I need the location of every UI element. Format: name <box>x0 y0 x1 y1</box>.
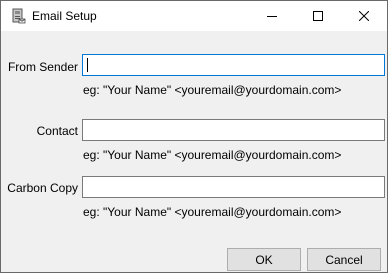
maximize-icon <box>313 11 323 21</box>
text-caret <box>87 58 88 72</box>
from-sender-hint: eg: "Your Name" <youremail@yourdomain.co… <box>83 83 342 97</box>
contact-hint: eg: "Your Name" <youremail@yourdomain.co… <box>83 148 342 162</box>
from-sender-input[interactable] <box>82 54 385 76</box>
email-setup-app-icon <box>10 8 26 24</box>
carbon-copy-hint: eg: "Your Name" <youremail@yourdomain.co… <box>83 205 342 219</box>
close-button[interactable] <box>341 1 387 31</box>
window-title: Email Setup <box>32 9 97 23</box>
carbon-copy-input[interactable] <box>82 176 385 198</box>
contact-input[interactable] <box>82 119 385 141</box>
minimize-icon <box>267 16 277 17</box>
maximize-button[interactable] <box>295 1 341 31</box>
ok-button[interactable]: OK <box>227 248 301 271</box>
carbon-copy-label: Carbon Copy <box>7 181 78 195</box>
email-setup-dialog: Email Setup From Sender eg: "Your Name" … <box>0 0 388 273</box>
minimize-button[interactable] <box>249 1 295 31</box>
close-icon <box>359 11 369 21</box>
cancel-button[interactable]: Cancel <box>307 248 381 271</box>
title-bar[interactable]: Email Setup <box>1 1 387 31</box>
from-sender-label: From Sender <box>7 60 78 74</box>
contact-label: Contact <box>36 124 78 138</box>
